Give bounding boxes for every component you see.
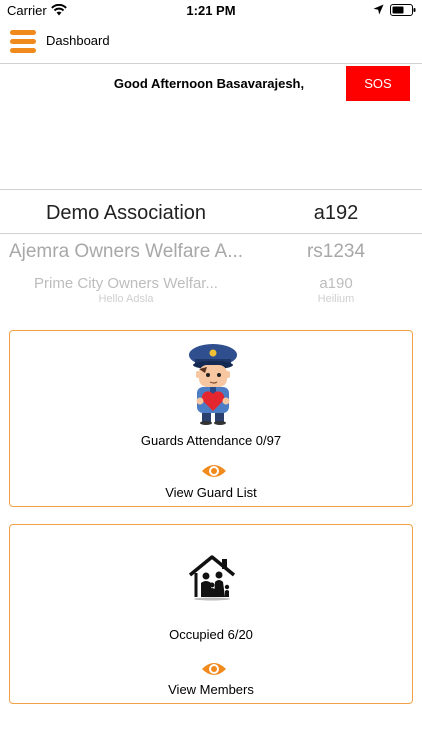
association-code: Heilium [317,293,355,304]
location-arrow-icon [373,4,384,15]
menu-bar-icon [10,30,36,35]
sos-button[interactable]: SOS [346,66,410,101]
association-name: Demo Association [45,202,207,224]
occupancy-card[interactable]: Occupied 6/20 View Members [9,524,413,704]
nav-bar: Dashboard [0,22,422,64]
security-guard-icon [189,344,237,425]
guards-attendance-label: Guards Attendance 0/97 [140,433,282,448]
family-house-icon [188,555,236,601]
association-code: a190 [319,275,353,292]
clock-time: 1:21 PM [186,3,236,18]
view-guard-list-link[interactable]: View Guard List [10,485,412,500]
occupied-label: Occupied 6/20 [169,627,253,642]
eye-icon[interactable] [201,661,227,677]
association-code: a192 [313,202,359,224]
picker-row-selected[interactable]: Demo Association a192 [0,192,422,232]
picker-divider [0,189,422,190]
menu-bar-icon [10,48,36,53]
battery-icon [390,4,416,16]
association-name: Prime City Owners Welfar... [34,275,218,292]
association-picker[interactable]: Demo Association a192 Ajemra Owners Welf… [0,189,422,304]
view-members-link[interactable]: View Members [10,682,412,697]
menu-button[interactable] [10,30,36,53]
guard-attendance-card[interactable]: Guards Attendance 0/97 View Guard List [9,330,413,507]
status-bar: Carrier 1:21 PM [0,0,422,22]
picker-row[interactable]: Ajemra Owners Welfare A... rs1234 [0,234,422,274]
picker-row[interactable]: Hello Adsla Heilium [0,291,422,304]
association-name: Ajemra Owners Welfare A... [8,241,244,262]
association-name: Hello Adsla [98,293,154,304]
association-code: rs1234 [306,241,366,262]
menu-bar-icon [10,39,36,44]
eye-icon[interactable] [201,463,227,479]
page-title: Dashboard [46,33,110,48]
